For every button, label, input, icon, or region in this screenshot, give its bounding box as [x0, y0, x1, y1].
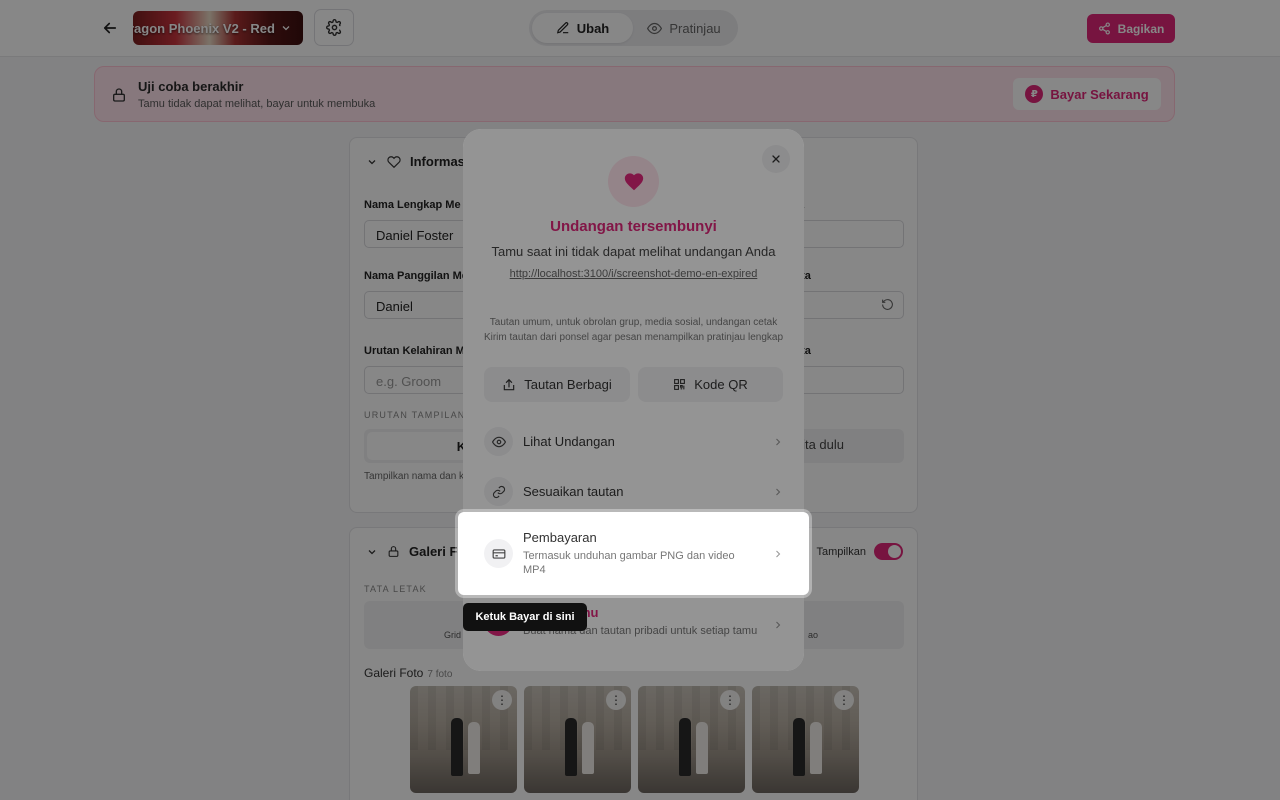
modal-note: Tautan umum, untuk obrolan grup, media s…	[483, 317, 784, 343]
heart-badge	[608, 156, 659, 207]
credit-card-icon	[484, 539, 513, 568]
payment-spotlight: Pembayaran Termasuk unduhan gambar PNG d…	[458, 512, 809, 595]
link-icon	[484, 477, 513, 506]
menu-item-view-invitation[interactable]: Lihat Undangan	[484, 427, 784, 456]
modal-subtitle: Tamu saat ini tidak dapat melihat undang…	[491, 244, 776, 259]
chevron-right-icon	[776, 438, 781, 445]
close-button[interactable]	[762, 145, 790, 173]
menu-item-desc: Termasuk unduhan gambar PNG dan video MP…	[523, 550, 735, 576]
eye-icon	[484, 427, 513, 456]
chevron-right-icon	[776, 488, 781, 495]
menu-item-label: Sesuaikan tautan	[523, 484, 624, 499]
modal-title: Undangan tersembunyi	[550, 218, 717, 235]
menu-item-customize-link[interactable]: Sesuaikan tautan	[484, 477, 784, 506]
tour-tooltip: Ketuk Bayar di sini	[463, 603, 587, 631]
chevron-right-icon	[776, 550, 781, 557]
invitation-url[interactable]: http://localhost:3100/i/screenshot-demo-…	[463, 268, 804, 280]
qr-code-button[interactable]: Kode QR	[638, 367, 783, 402]
qr-code-icon	[674, 379, 686, 390]
upload-share-icon	[504, 378, 515, 390]
qr-code-label: Kode QR	[694, 377, 748, 392]
menu-item-label: Lihat Undangan	[523, 434, 615, 449]
chevron-right-icon	[776, 621, 781, 629]
close-icon	[772, 155, 780, 163]
menu-item-label: Pembayaran	[523, 530, 597, 545]
menu-item-payment[interactable]: Pembayaran Termasuk unduhan gambar PNG d…	[484, 530, 784, 577]
share-link-button[interactable]: Tautan Berbagi	[484, 367, 630, 402]
share-link-label: Tautan Berbagi	[524, 377, 612, 392]
heart-icon	[624, 172, 643, 190]
